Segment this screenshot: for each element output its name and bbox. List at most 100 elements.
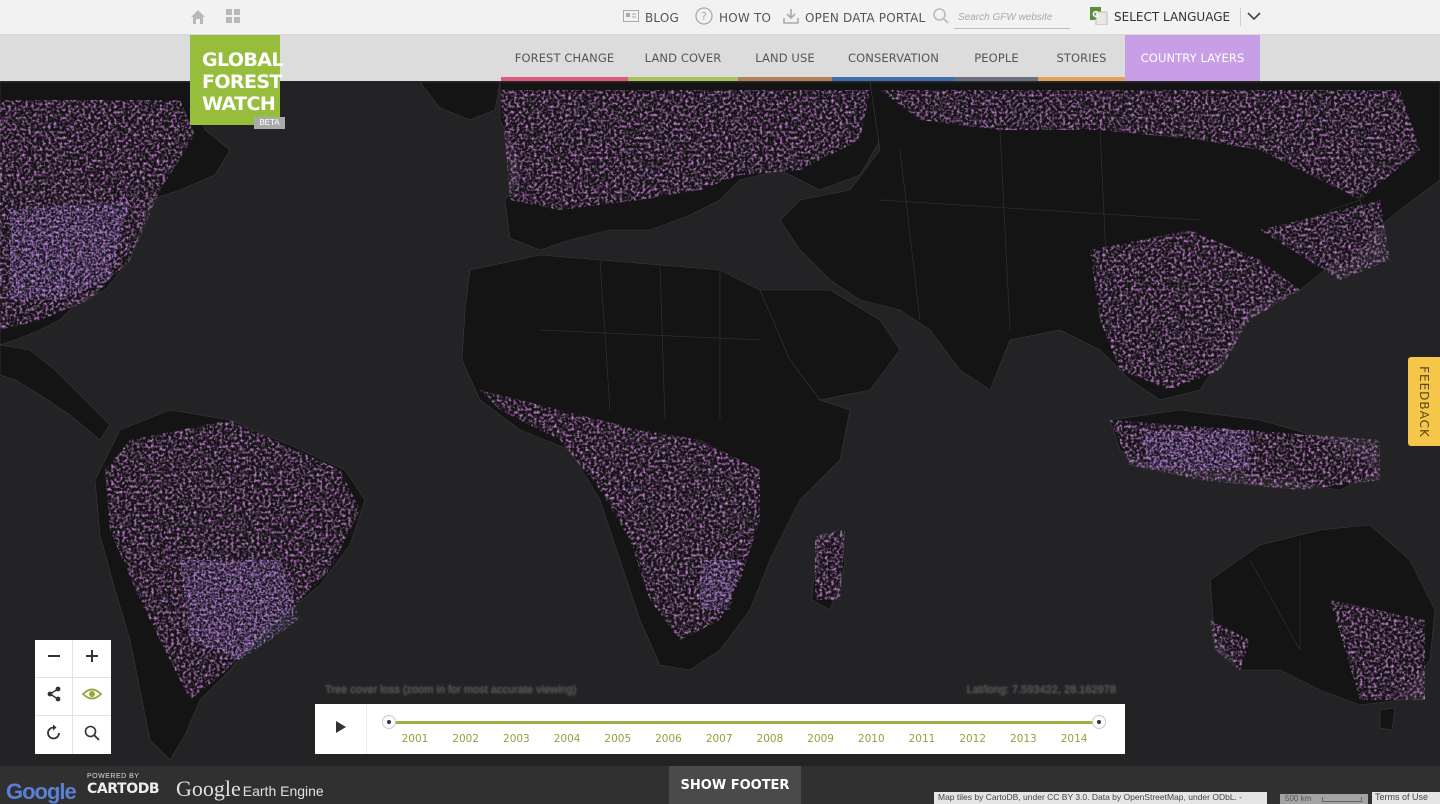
- nav-country-layers[interactable]: COUNTRY LAYERS: [1125, 35, 1260, 81]
- powered-by-label: POWERED BY: [87, 773, 140, 780]
- search-input[interactable]: [954, 7, 1070, 29]
- timeline-year-2009[interactable]: 2009: [801, 733, 841, 745]
- google-earth-engine-logo: Google Earth Engine: [176, 776, 324, 802]
- nav-stories-underline: [1038, 77, 1125, 81]
- feedback-label: FEEDBACK: [1417, 365, 1432, 438]
- blog-icon: [623, 9, 639, 27]
- timeline-year-2007[interactable]: 2007: [699, 733, 739, 745]
- timeline-year-2001[interactable]: 2001: [395, 733, 435, 745]
- blog-link[interactable]: BLOG: [623, 9, 679, 27]
- timeline-year-2008[interactable]: 2008: [750, 733, 790, 745]
- timeline-year-2006[interactable]: 2006: [649, 733, 689, 745]
- tasmania: [1379, 707, 1396, 731]
- timeline-year-2002[interactable]: 2002: [446, 733, 486, 745]
- svg-text:?: ?: [701, 10, 707, 23]
- timeline-year-2010[interactable]: 2010: [851, 733, 891, 745]
- site-search: [930, 5, 1072, 29]
- gfw-logo[interactable]: GLOBAL FOREST WATCH: [190, 35, 283, 125]
- feedback-tab[interactable]: FEEDBACK: [1408, 357, 1440, 446]
- nav-land-use[interactable]: LAND USE: [738, 35, 832, 81]
- grid-icon[interactable]: [225, 8, 243, 26]
- question-icon: ?: [695, 7, 713, 29]
- timeline-slider: 2001 2002 2003 2004 2005 2006 2007 2008 2009 2010…: [315, 704, 1125, 754]
- top-utility-bar: BLOG ? HOW TO OPEN DATA PORTAL G SELECT …: [0, 0, 1440, 35]
- search-icon: [84, 725, 100, 746]
- nav-people-underline: [955, 77, 1038, 81]
- nav-forest-change-underline: [501, 77, 628, 81]
- toggle-view-button[interactable]: [73, 678, 111, 716]
- download-icon: [783, 8, 799, 28]
- logo-line-2: FOREST: [202, 71, 282, 93]
- search-icon: [932, 7, 950, 30]
- nav-conservation-label: CONSERVATION: [848, 51, 939, 65]
- nav-conservation[interactable]: CONSERVATION: [832, 35, 955, 81]
- share-icon: [46, 686, 62, 707]
- timeline-year-2014[interactable]: 2014: [1054, 733, 1094, 745]
- logo-line-3: WATCH: [202, 93, 276, 115]
- how-to-link[interactable]: ? HOW TO: [695, 7, 772, 29]
- timeline-year-2012[interactable]: 2012: [953, 733, 993, 745]
- nav-conservation-underline: [832, 77, 955, 81]
- gee-earth-engine-text: Earth Engine: [242, 783, 324, 799]
- how-to-label: HOW TO: [719, 11, 772, 25]
- zoom-in-button[interactable]: [73, 640, 111, 678]
- google-logo-letters: Google: [6, 779, 77, 804]
- timeline-year-2005[interactable]: 2005: [598, 733, 638, 745]
- chevron-down-icon: [1247, 10, 1261, 24]
- logo-line-1: GLOBAL: [202, 49, 283, 71]
- plus-icon: [85, 649, 99, 668]
- nav-forest-change-label: FOREST CHANGE: [514, 51, 615, 65]
- timeline-year-2004[interactable]: 2004: [547, 733, 587, 745]
- refresh-icon: [45, 724, 63, 747]
- layer-caption: Tree cover loss (zoom in for most accura…: [325, 684, 577, 696]
- map-controls: [35, 640, 111, 754]
- timeline-year-2003[interactable]: 2003: [496, 733, 536, 745]
- show-footer-button[interactable]: SHOW FOOTER: [669, 766, 801, 804]
- beta-badge: BETA: [254, 117, 285, 129]
- cartodb-logo: CARTODB: [87, 781, 160, 797]
- timeline-year-2011[interactable]: 2011: [902, 733, 942, 745]
- nav-land-cover-label: LAND COVER: [644, 51, 722, 65]
- nav-people-label: PEOPLE: [974, 51, 1019, 65]
- translate-icon: G: [1090, 6, 1108, 28]
- open-data-portal-link[interactable]: OPEN DATA PORTAL: [783, 9, 925, 27]
- nav-stories[interactable]: STORIES: [1038, 35, 1125, 81]
- gee-google-text: Google: [176, 776, 241, 801]
- timeline-start-handle[interactable]: [382, 715, 396, 729]
- nav-land-cover[interactable]: LAND COVER: [628, 35, 738, 81]
- map-attribution: Map tiles by CartoDB, under CC BY 3.0. D…: [934, 792, 1267, 804]
- map-search-button[interactable]: [73, 716, 111, 754]
- play-button[interactable]: [315, 704, 367, 754]
- minus-icon: [47, 649, 61, 668]
- nav-land-cover-underline: [628, 77, 738, 81]
- scale-label: 500 km: [1285, 794, 1312, 803]
- nav-country-layers-label: COUNTRY LAYERS: [1140, 51, 1245, 65]
- nav-land-use-underline: [738, 77, 832, 81]
- svg-text:G: G: [1092, 10, 1099, 19]
- nav-people[interactable]: PEOPLE: [955, 35, 1038, 81]
- open-data-portal-label: OPEN DATA PORTAL: [805, 11, 926, 25]
- language-selector[interactable]: G SELECT LANGUAGE: [1090, 6, 1261, 28]
- zoom-out-button[interactable]: [35, 640, 73, 678]
- google-logo: Google: [6, 779, 77, 804]
- timeline-track[interactable]: [396, 721, 1100, 724]
- arctic-islands: [419, 81, 501, 121]
- central-america: [0, 344, 111, 441]
- lat-long-readout: Lat/long: 7.593422, 28.162978: [966, 684, 1116, 696]
- terms-of-use-link[interactable]: Terms of Use: [1372, 792, 1440, 804]
- eye-icon: [81, 687, 103, 706]
- reset-button[interactable]: [35, 716, 73, 754]
- timeline-year-2013[interactable]: 2013: [1003, 733, 1043, 745]
- share-button[interactable]: [35, 678, 73, 716]
- nav-stories-label: STORIES: [1056, 51, 1107, 65]
- play-icon: [335, 720, 347, 739]
- nav-forest-change[interactable]: FOREST CHANGE: [501, 35, 628, 81]
- scale-bar: 500 km: [1280, 794, 1368, 804]
- blog-label: BLOG: [645, 11, 680, 25]
- language-divider: [1240, 8, 1242, 26]
- scale-line: [1322, 797, 1362, 802]
- nav-land-use-label: LAND USE: [755, 51, 815, 65]
- timeline-end-handle[interactable]: [1092, 715, 1106, 729]
- home-icon[interactable]: [189, 8, 207, 26]
- language-label: SELECT LANGUAGE: [1114, 10, 1231, 24]
